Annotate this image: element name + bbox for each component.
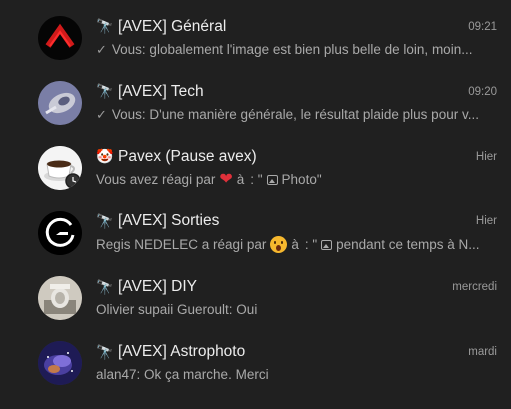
chat-preview: ✓ Vous: D'une manière générale, le résul… <box>96 107 497 123</box>
astonished-emoji-icon <box>270 236 288 253</box>
avatar <box>38 15 82 60</box>
chat-preview-mid: à <box>291 237 299 252</box>
read-check-icon: ✓ <box>96 106 107 122</box>
chat-preview: Vous avez réagi par ❤ à : " Photo" <box>96 172 497 188</box>
chat-time: mardi <box>468 346 497 358</box>
chat-title: 🔭 [AVEX] Sorties <box>96 212 219 230</box>
telescope-icon: 🔭 <box>96 83 114 99</box>
avatar <box>38 210 82 255</box>
avatar <box>38 80 82 125</box>
chat-preview-text: alan47: Ok ça marche. Merci <box>96 367 269 382</box>
chat-title-text: [AVEX] Général <box>118 17 227 35</box>
diy-photo-avatar-icon <box>38 275 82 320</box>
clown-icon: 🤡 <box>96 148 114 164</box>
chat-title: 🤡 Pavex (Pause avex) <box>96 148 257 166</box>
image-icon <box>321 239 333 250</box>
chat-item-avex-diy[interactable]: 🔭 [AVEX] DIY mercredi Olivier supaii Gue… <box>0 265 511 330</box>
chat-time: Hier <box>475 150 497 163</box>
chat-item-avex-tech[interactable]: 🔭 [AVEX] Tech 09:20 ✓ Vous: D'une manièr… <box>0 70 511 135</box>
chat-preview-text: Vous avez réagi par <box>96 172 216 187</box>
chat-item-avex-sorties[interactable]: 🔭 [AVEX] Sorties Hier Regis NEDELEC a ré… <box>0 200 511 265</box>
chat-preview: ✓ Vous: globalement l'image est bien plu… <box>96 42 497 58</box>
chat-time: mercredi <box>452 281 497 293</box>
heart-emoji-icon: ❤ <box>219 171 233 188</box>
chat-title-text: [AVEX] DIY <box>118 278 197 295</box>
image-icon <box>266 174 278 185</box>
spaceship-avatar-icon <box>38 80 82 125</box>
chat-title-text: [AVEX] Astrophoto <box>118 343 246 360</box>
telescope-icon: 🔭 <box>96 278 114 295</box>
chat-title: 🔭 [AVEX] Tech <box>96 83 204 101</box>
avatar <box>38 275 82 320</box>
chat-preview: Olivier supaii Gueroult: Oui <box>96 302 497 317</box>
chat-item-avex-astrophoto[interactable]: 🔭 [AVEX] Astrophoto mardi alan47: Ok ça … <box>0 330 511 395</box>
coffee-cup-avatar-icon <box>38 145 82 190</box>
avatar <box>38 340 82 385</box>
chat-time: Hier <box>475 215 497 227</box>
chat-preview-text: Vous: globalement l'image est bien plus … <box>111 42 473 57</box>
chat-preview-suffix: Photo" <box>281 172 322 187</box>
read-check-icon: ✓ <box>96 41 107 57</box>
chat-item-pavex[interactable]: 🤡 Pavex (Pause avex) Hier Vous avez réag… <box>0 135 511 200</box>
chat-preview-suffix: pendant ce temps à N... <box>336 237 480 252</box>
chat-title: 🔭 [AVEX] Astrophoto <box>96 343 245 361</box>
nebula-avatar-icon <box>38 340 82 385</box>
chat-preview-mid: à <box>236 172 245 187</box>
chat-title: 🔭 [AVEX] DIY <box>96 278 197 296</box>
chat-time: 09:20 <box>468 85 497 98</box>
chat-title-text: [AVEX] Sorties <box>118 212 220 229</box>
telescope-icon: 🔭 <box>96 18 114 34</box>
chat-list: 🔭 [AVEX] Général 09:21 ✓ Vous: globaleme… <box>0 0 511 409</box>
chat-title-text: Pavex (Pause avex) <box>118 147 257 165</box>
sorties-logo-icon <box>38 210 82 255</box>
chat-preview-quote: : " <box>304 237 318 252</box>
chat-preview-text: Regis NEDELEC a réagi par <box>96 237 267 252</box>
chat-time: 09:21 <box>468 20 497 33</box>
avex-logo-icon <box>38 15 82 60</box>
chat-preview-quote: : " <box>250 172 263 187</box>
chat-preview-text: Olivier supaii Gueroult: Oui <box>96 302 258 317</box>
telescope-icon: 🔭 <box>96 212 114 229</box>
telescope-icon: 🔭 <box>96 343 114 360</box>
avatar <box>38 145 82 190</box>
chat-preview-text: Vous: D'une manière générale, le résulta… <box>111 107 479 122</box>
chat-title-text: [AVEX] Tech <box>118 82 204 100</box>
chat-preview: Regis NEDELEC a réagi par à : " pendant … <box>96 236 497 253</box>
chat-preview: alan47: Ok ça marche. Merci <box>96 367 497 382</box>
chat-item-avex-general[interactable]: 🔭 [AVEX] Général 09:21 ✓ Vous: globaleme… <box>0 5 511 70</box>
chat-title: 🔭 [AVEX] Général <box>96 18 226 36</box>
